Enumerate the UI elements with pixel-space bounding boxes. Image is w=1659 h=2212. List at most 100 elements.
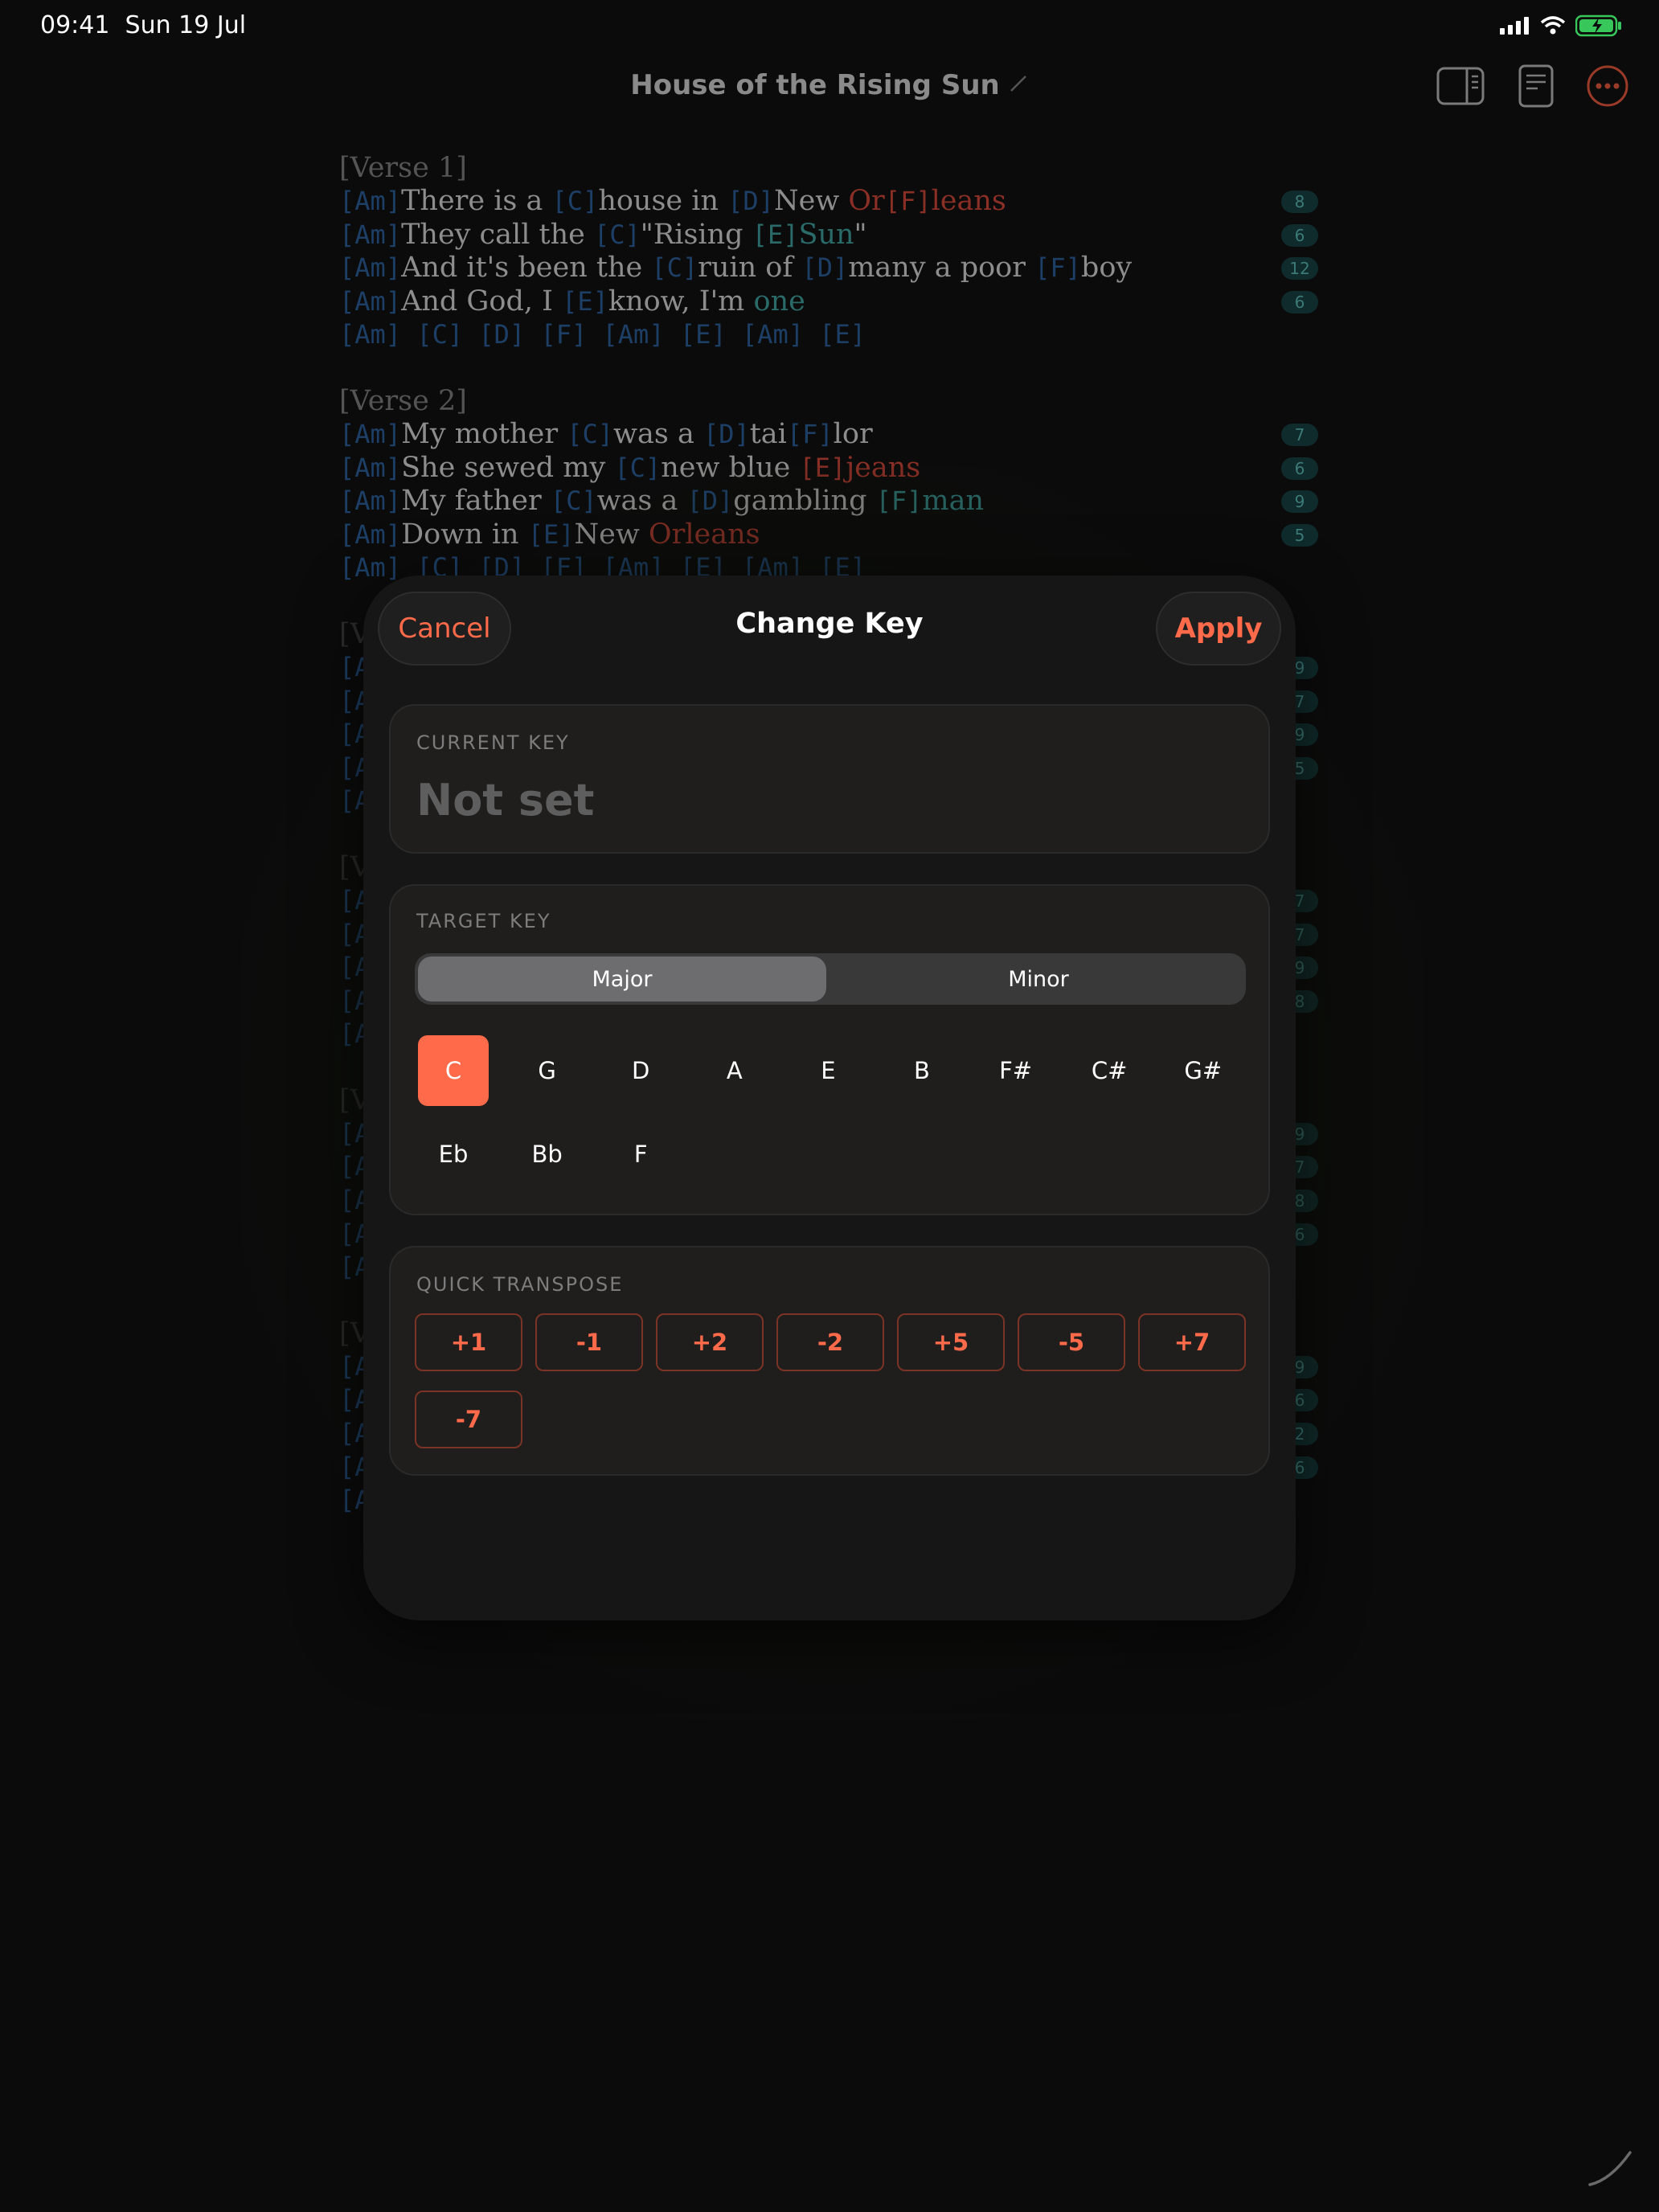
key-option[interactable]: Bb: [512, 1119, 583, 1190]
key-option[interactable]: D: [605, 1035, 676, 1106]
section-label: [Verse 1]: [339, 152, 467, 184]
current-key-label: CURRENT KEY: [416, 731, 570, 754]
ellipsis-circle-icon: [1587, 65, 1628, 107]
wifi-icon: [1540, 16, 1566, 35]
key-option[interactable]: B: [887, 1035, 957, 1106]
chord-token: [D]: [703, 418, 750, 449]
chord-token: [C]: [567, 418, 614, 449]
chord-token: [Am]: [339, 219, 402, 250]
key-option[interactable]: A: [699, 1035, 770, 1106]
document-view-button[interactable]: [1511, 61, 1561, 111]
more-options-button[interactable]: [1583, 61, 1632, 111]
lyric-text: They call the: [401, 218, 594, 251]
sidebar-panel-icon: [1436, 67, 1485, 105]
lyric-text: was a: [613, 417, 703, 450]
lyric-text: many a poor: [848, 252, 1035, 285]
document-icon: [1518, 64, 1554, 108]
chord-token: [Am]: [339, 418, 402, 449]
syllable-count-badge: 6: [1281, 290, 1318, 313]
key-option[interactable]: F#: [981, 1035, 1051, 1106]
mode-major[interactable]: Major: [418, 956, 826, 1002]
transpose-button[interactable]: -2: [776, 1313, 884, 1371]
key-option[interactable]: F: [605, 1119, 676, 1190]
key-option[interactable]: Eb: [418, 1119, 489, 1190]
chord-token: [D]: [727, 186, 774, 216]
clock-time: 09:41: [40, 11, 110, 39]
pencil-icon: [1008, 69, 1029, 101]
syllable-count-badge: 6: [1281, 223, 1318, 247]
mode-minor[interactable]: Minor: [834, 956, 1243, 1002]
quick-transpose-card: QUICK TRANSPOSE +1 -1 +2 -2 +5 -5 +7 -7: [389, 1246, 1270, 1476]
key-option[interactable]: G#: [1168, 1035, 1239, 1106]
status-icons: [1500, 14, 1622, 37]
lyric-text: boy: [1080, 252, 1133, 285]
battery-charging-icon: [1575, 14, 1621, 37]
lyric-text: New: [773, 185, 849, 217]
lyric-text: know, I'm: [608, 285, 754, 317]
lyric-text: Or: [848, 185, 885, 217]
sidebar-toggle-button[interactable]: [1436, 61, 1485, 111]
lyric-line[interactable]: [Am]There is a [C]house in [D]New Or[F]l…: [339, 185, 1318, 219]
lyric-text: tai: [749, 417, 787, 450]
syllable-count-badge: 7: [1281, 423, 1318, 446]
chord-token: [C]: [551, 186, 599, 216]
chord-token: [Am]: [339, 186, 402, 216]
lyric-text: And it's been the: [401, 252, 652, 285]
lyric-text: lor: [833, 417, 873, 450]
chord-token: [C]: [594, 219, 641, 250]
transpose-button[interactable]: -7: [415, 1391, 522, 1448]
chord-token: [Am]: [339, 285, 402, 317]
current-key-value: Not set: [416, 775, 595, 825]
quick-transpose-label: QUICK TRANSPOSE: [416, 1273, 624, 1296]
target-key-label: TARGET KEY: [416, 910, 551, 932]
status-bar: 09:41 Sun 19 Jul: [0, 0, 1659, 51]
chord-token: [D]: [801, 252, 849, 284]
lyric-text: My mother: [401, 417, 567, 450]
lyric-text: one: [753, 285, 805, 317]
target-key-card: TARGET KEY Major Minor C G D A E B F# C# G# Eb Bb F: [389, 884, 1270, 1215]
current-key-card: CURRENT KEY Not set: [389, 704, 1270, 854]
lyric-text: house in: [598, 185, 728, 217]
transpose-button[interactable]: +5: [897, 1313, 1005, 1371]
transpose-button[interactable]: -5: [1018, 1313, 1125, 1371]
chord-token: [C]: [651, 252, 698, 284]
lyric-text: ": [854, 218, 867, 251]
chord-token: [F]: [786, 418, 834, 449]
clock-date: Sun 19 Jul: [125, 11, 247, 39]
lyric-text: And God, I: [401, 285, 563, 317]
chord-progression-line[interactable]: [Am] [C] [D] [F] [Am] [E] [Am] [E]: [339, 318, 1317, 352]
resize-handle-icon[interactable]: [1587, 2148, 1633, 2188]
cellular-signal-icon: [1500, 17, 1529, 35]
chord-token: [E]: [752, 219, 799, 250]
status-time: 09:41 Sun 19 Jul: [40, 11, 246, 39]
key-option[interactable]: C#: [1074, 1035, 1145, 1106]
lyric-text: Sun: [798, 218, 854, 251]
song-title[interactable]: House of the Rising Sun: [0, 69, 1659, 101]
transpose-button[interactable]: +2: [656, 1313, 764, 1371]
section-label: [Verse 2]: [339, 384, 467, 417]
transpose-button[interactable]: +1: [415, 1313, 522, 1371]
chord-token: [F]: [884, 186, 932, 216]
song-title-text: House of the Rising Sun: [630, 69, 1000, 101]
syllable-count-badge: 8: [1281, 190, 1318, 213]
mode-segmented-control: Major Minor: [415, 953, 1246, 1005]
key-option[interactable]: E: [793, 1035, 863, 1106]
lyric-line[interactable]: [Am]My mother [C]was a [D]tai[F]lor 7: [339, 417, 1318, 452]
transpose-button[interactable]: -1: [535, 1313, 643, 1371]
apply-button[interactable]: Apply: [1156, 592, 1281, 666]
syllable-count-badge: 12: [1281, 257, 1318, 281]
key-option[interactable]: G: [512, 1035, 583, 1106]
chord-token: [Am]: [339, 252, 402, 284]
transpose-button[interactable]: +7: [1138, 1313, 1246, 1371]
lyric-text: "Rising: [640, 218, 752, 251]
key-option[interactable]: C: [418, 1035, 489, 1106]
lyric-text: There is a: [401, 185, 552, 217]
lyric-text: ruin of: [698, 252, 802, 285]
lyric-line[interactable]: [Am]They call the [C]"Rising [E]Sun" 6: [339, 218, 1318, 252]
lyric-line[interactable]: [Am]And God, I [E]know, I'm one 6: [339, 285, 1318, 319]
change-key-sheet: Cancel Change Key Apply CURRENT KEY Not …: [363, 576, 1296, 1620]
lyric-text: leans: [931, 185, 1006, 217]
chord-token: [E]: [562, 285, 608, 317]
lyric-line[interactable]: [Am]And it's been the [C]ruin of [D]many…: [339, 252, 1318, 285]
